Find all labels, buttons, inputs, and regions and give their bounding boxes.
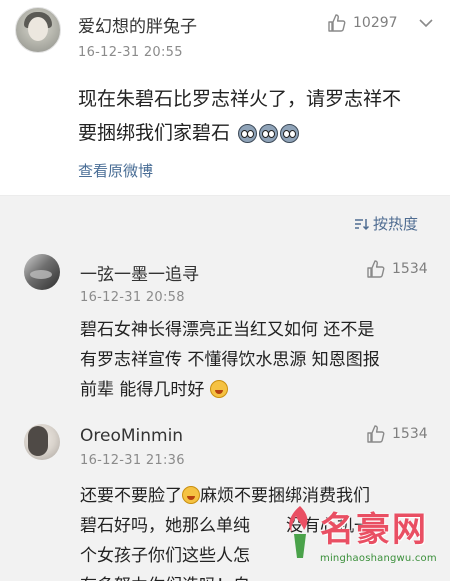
avatar-smoke <box>30 270 52 279</box>
sort-icon <box>354 218 370 230</box>
avatar-face <box>28 17 48 41</box>
view-original-link[interactable]: 查看原微博 <box>78 160 153 181</box>
sort-by-hot-button[interactable]: 按热度 <box>354 213 418 234</box>
comment-like-button[interactable]: 1534 <box>366 259 428 279</box>
dropdown-chevron-icon[interactable] <box>418 16 434 30</box>
angry-emoji-icon <box>182 486 200 504</box>
post-like-count: 10297 <box>353 15 398 31</box>
avatar-hair <box>28 426 48 456</box>
avatar[interactable] <box>24 424 60 460</box>
avatar[interactable] <box>15 7 61 53</box>
emoji-group <box>238 124 300 143</box>
site-watermark: 名豪网 minghaoshangwu.com <box>276 498 450 581</box>
comment-text: 碧石女神长得漂亮正当红又如何 还不是 有罗志祥宣传 不懂得饮水思源 知恩图报 前… <box>80 315 380 405</box>
original-post: 爱幻想的胖兔子 16-12-31 20:55 10297 现在朱碧石比罗志祥火了… <box>0 0 450 196</box>
watermark-url: minghaoshangwu.com <box>320 553 437 564</box>
cry-emoji-icon <box>238 124 258 143</box>
comment-timestamp: 16-12-31 20:58 <box>80 290 185 305</box>
post-timestamp: 16-12-31 20:55 <box>78 45 183 60</box>
comment-line-part: 碧石好吗，她那么单纯 <box>80 516 250 536</box>
comment-timestamp: 16-12-31 21:36 <box>80 453 185 468</box>
avatar[interactable] <box>24 254 60 290</box>
comment-line: 有罗志祥宣传 不懂得饮水思源 知恩图报 <box>80 350 380 370</box>
comment-line: 还要不要脸了 <box>80 486 182 506</box>
comment-line: 碧石女神长得漂亮正当红又如何 还不是 <box>80 320 375 340</box>
sort-label: 按热度 <box>372 215 418 233</box>
cry-emoji-icon <box>280 124 300 143</box>
comment-like-count: 1534 <box>392 261 428 277</box>
comment-username[interactable]: OreoMinmin <box>80 426 183 446</box>
cry-emoji-icon <box>259 124 279 143</box>
comment-username[interactable]: 一弦一墨一追寻 <box>80 260 199 285</box>
post-text: 现在朱碧石比罗志祥火了，请罗志祥不要捆绑我们家碧石 <box>78 82 418 150</box>
comment-like-count: 1534 <box>392 426 428 442</box>
comment-like-button[interactable]: 1534 <box>366 424 428 444</box>
thumbs-up-icon <box>367 425 385 443</box>
post-username[interactable]: 爱幻想的胖兔子 <box>78 12 197 37</box>
post-like-button[interactable]: 10297 <box>327 13 398 33</box>
comment-line-with-emoji: 前辈 能得几时好 <box>80 375 380 405</box>
watermark-title: 名豪网 <box>320 510 428 550</box>
thumbs-up-icon <box>367 260 385 278</box>
thumbs-up-icon <box>328 14 346 32</box>
torch-logo-icon <box>289 506 308 558</box>
angry-emoji-icon <box>209 380 228 398</box>
comment-line: 前辈 能得几时好 <box>80 380 205 400</box>
